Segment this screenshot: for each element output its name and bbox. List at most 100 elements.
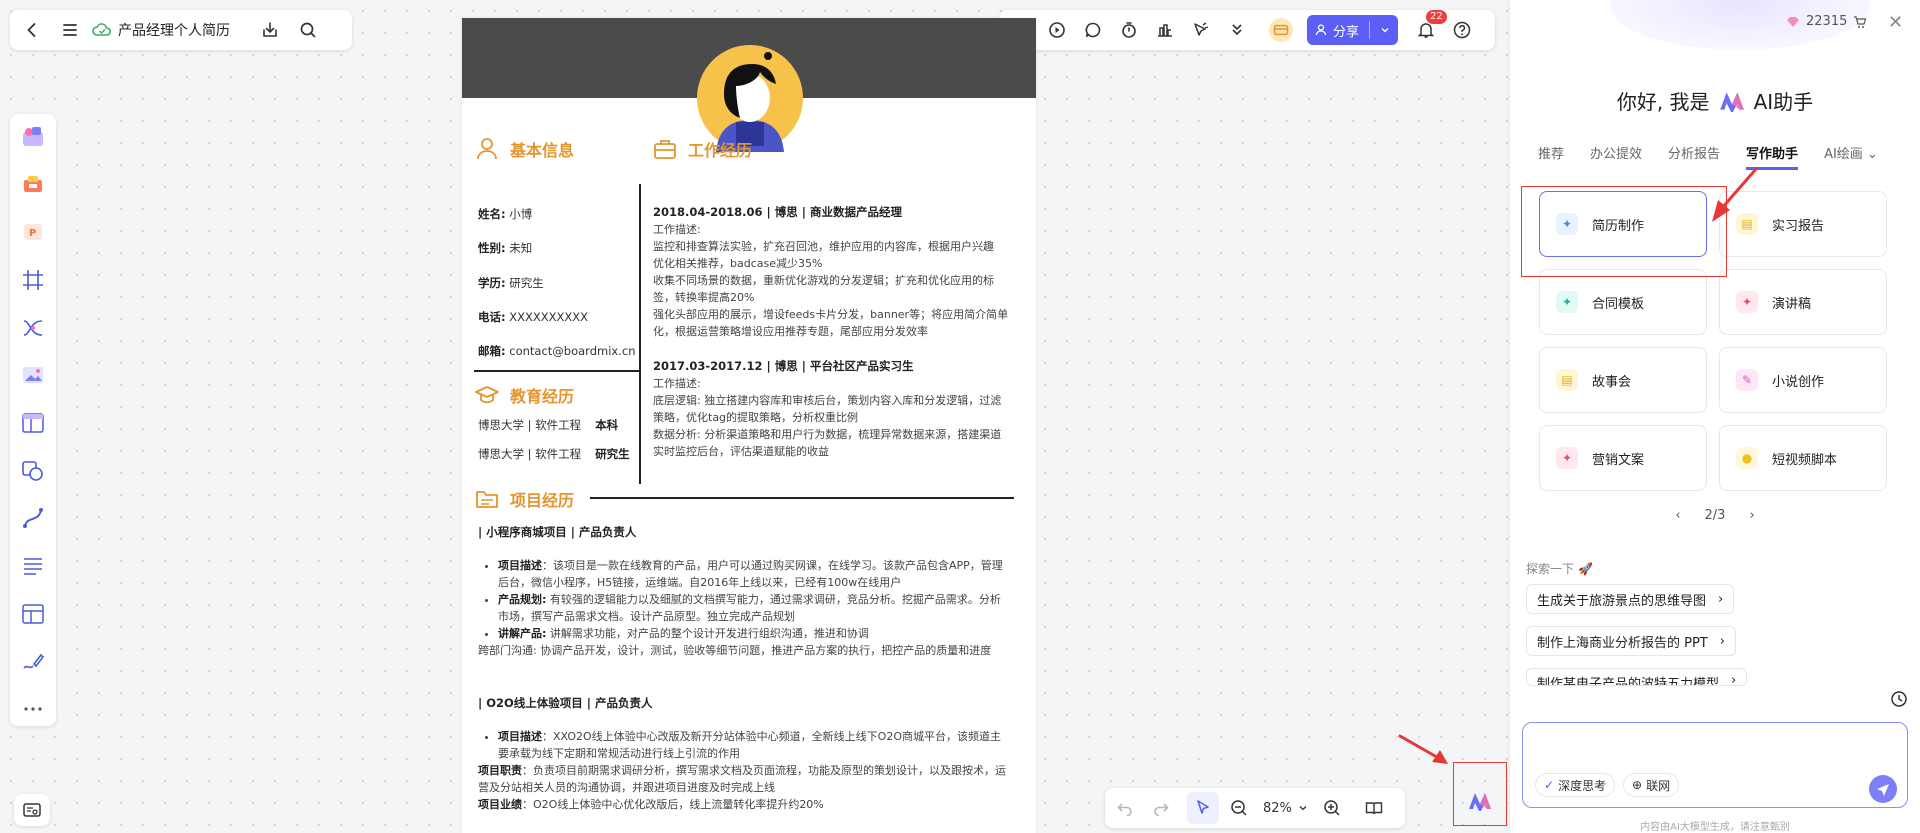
folder-icon bbox=[476, 491, 498, 508]
close-icon[interactable]: ✕ bbox=[1888, 12, 1903, 33]
credits-counter[interactable]: 22315 bbox=[1786, 14, 1867, 29]
divider bbox=[590, 497, 1014, 499]
education-row: 博思大学 | 软件工程 本科 bbox=[478, 418, 619, 432]
card-marketing[interactable]: ✦ 营销文案 bbox=[1539, 425, 1707, 491]
project-entry: | 小程序商城项目 | 产品负责人 项目描述：该项目是一款在线教育的产品，用户可… bbox=[478, 524, 1008, 659]
mindmap-icon[interactable] bbox=[16, 168, 50, 202]
undo-icon[interactable] bbox=[1109, 792, 1141, 824]
pen-icon: ✎ bbox=[1736, 369, 1758, 391]
laser-pointer-icon[interactable] bbox=[1185, 14, 1217, 46]
select-cursor-icon[interactable] bbox=[1187, 792, 1219, 824]
divider bbox=[639, 184, 641, 484]
tab-ai-drawing[interactable]: AI绘画 ⌄ bbox=[1824, 143, 1878, 170]
info-phone: 电话: XXXXXXXXXX bbox=[478, 310, 589, 324]
sparkle-icon: ✦ bbox=[1556, 291, 1578, 313]
vote-icon[interactable] bbox=[1149, 14, 1181, 46]
book-view-icon[interactable] bbox=[1358, 792, 1390, 824]
graduation-cap-icon bbox=[475, 386, 499, 404]
chevron-right-icon: › bbox=[1731, 673, 1737, 686]
more-down-icon[interactable] bbox=[1221, 14, 1253, 46]
history-clock-icon[interactable] bbox=[1890, 690, 1908, 711]
work-heading: 工作经历 bbox=[652, 136, 752, 162]
projects-heading: 项目经历 bbox=[474, 486, 574, 512]
suggestion-chip[interactable]: 制作某电子产品的波特五力模型 › bbox=[1526, 668, 1748, 686]
tab-recommend[interactable]: 推荐 bbox=[1538, 143, 1564, 170]
back-icon[interactable] bbox=[16, 14, 48, 46]
ai-greeting: 你好, 我是 AI助手 bbox=[1616, 90, 1814, 114]
menu-icon[interactable] bbox=[54, 14, 86, 46]
zoom-in-icon[interactable] bbox=[1316, 792, 1348, 824]
chevron-right-icon: › bbox=[1718, 591, 1724, 607]
deep-think-icon: ✓ bbox=[1544, 778, 1555, 792]
shape-icon[interactable] bbox=[16, 454, 50, 488]
card-speech[interactable]: ✦ 演讲稿 bbox=[1719, 269, 1887, 335]
rocket-icon: 🚀 bbox=[1578, 561, 1593, 576]
help-icon[interactable] bbox=[1446, 14, 1478, 46]
add-user-icon bbox=[1315, 24, 1327, 36]
card-contract[interactable]: ✦ 合同模板 bbox=[1539, 269, 1707, 335]
more-tools-icon[interactable] bbox=[16, 692, 50, 726]
cart-icon[interactable] bbox=[1853, 15, 1867, 29]
ai-assistant-button[interactable] bbox=[1453, 762, 1507, 826]
ai-disclaimer: 内容由AI大模型生成，请注意甄别 bbox=[1640, 822, 1790, 833]
next-page-icon[interactable]: › bbox=[1749, 508, 1754, 523]
share-button[interactable]: 分享 bbox=[1307, 15, 1399, 45]
draw-pen-icon[interactable] bbox=[16, 645, 50, 679]
annotation-arrow bbox=[1398, 734, 1448, 764]
template-icon[interactable] bbox=[16, 120, 50, 154]
card-story[interactable]: ▤ 故事会 bbox=[1539, 347, 1707, 413]
suggestion-chip[interactable]: 制作上海商业分析报告的 PPT › bbox=[1526, 626, 1736, 656]
image-icon[interactable] bbox=[16, 358, 50, 392]
text-list-icon[interactable] bbox=[16, 549, 50, 583]
redo-icon[interactable] bbox=[1145, 792, 1177, 824]
ai-logo-icon bbox=[1719, 91, 1744, 112]
table-icon[interactable] bbox=[16, 406, 50, 440]
zoom-level-dropdown[interactable]: 82% bbox=[1259, 801, 1312, 816]
chevron-down-icon[interactable] bbox=[1380, 25, 1390, 35]
ai-assistant-panel: 22315 ✕ 你好, 我是 AI助手 推荐 办公提效 分析报告 写作助手 AI… bbox=[1510, 0, 1920, 833]
resume-document[interactable]: 基本信息 姓名: 小博 性别: 未知 学历: 研究生 电话: XXXXXXXXX… bbox=[462, 18, 1036, 833]
pen-curve-icon[interactable] bbox=[16, 502, 50, 536]
card-novel[interactable]: ✎ 小说创作 bbox=[1719, 347, 1887, 413]
bulb-icon: ● bbox=[1736, 447, 1758, 469]
ppt-icon[interactable]: P bbox=[16, 215, 50, 249]
sparkle-icon: ✦ bbox=[1736, 291, 1758, 313]
card-pager: ‹ 2/3 › bbox=[1675, 508, 1755, 523]
send-button[interactable] bbox=[1869, 775, 1897, 803]
connector-icon[interactable] bbox=[16, 311, 50, 345]
cloud-saved-icon bbox=[92, 22, 112, 38]
suggestion-chip[interactable]: 生成关于旅游景点的思维导图 › bbox=[1526, 584, 1735, 614]
notification-bell-icon[interactable]: 22 bbox=[1410, 10, 1447, 46]
briefcase-icon bbox=[654, 140, 676, 159]
member-card-icon[interactable] bbox=[1265, 14, 1297, 46]
project-entry: | O2O线上体验项目 | 产品负责人 项目描述：XXO2O线上体验中心改版及新… bbox=[478, 695, 1008, 813]
layout-icon[interactable] bbox=[16, 597, 50, 631]
prev-page-icon[interactable]: ‹ bbox=[1675, 508, 1680, 523]
download-icon[interactable] bbox=[254, 14, 286, 46]
info-gender: 性别: 未知 bbox=[478, 241, 533, 255]
frame-icon[interactable] bbox=[16, 263, 50, 297]
deep-think-toggle[interactable]: ✓ 深度思考 bbox=[1535, 773, 1616, 797]
minimap-toggle-button[interactable] bbox=[14, 794, 50, 826]
annotation-arrow bbox=[1712, 167, 1758, 222]
comment-icon[interactable] bbox=[1077, 14, 1109, 46]
document-title[interactable]: 产品经理个人简历 bbox=[118, 20, 230, 40]
divider bbox=[474, 370, 640, 372]
top-left-bar: 产品经理个人简历 bbox=[10, 10, 352, 50]
card-short-video[interactable]: ● 短视频脚本 bbox=[1719, 425, 1887, 491]
user-icon bbox=[477, 138, 497, 160]
zoom-out-icon[interactable] bbox=[1223, 792, 1255, 824]
web-search-toggle[interactable]: ⊕ 联网 bbox=[1623, 773, 1680, 797]
chevron-down-icon bbox=[1299, 806, 1307, 811]
presentation-play-icon[interactable] bbox=[1041, 14, 1073, 46]
top-toolbar: 分享 22 bbox=[999, 10, 1495, 50]
svg-text:P: P bbox=[29, 228, 36, 239]
location-map-icon bbox=[23, 803, 41, 817]
tab-office[interactable]: 办公提效 bbox=[1590, 143, 1642, 170]
notification-count-badge: 22 bbox=[1426, 10, 1447, 24]
timer-icon[interactable] bbox=[1113, 14, 1145, 46]
info-name: 姓名: 小博 bbox=[478, 207, 533, 221]
chat-input-box[interactable]: ✓ 深度思考 ⊕ 联网 bbox=[1522, 722, 1908, 808]
search-icon[interactable] bbox=[292, 14, 324, 46]
ai-logo-icon bbox=[1469, 793, 1491, 811]
